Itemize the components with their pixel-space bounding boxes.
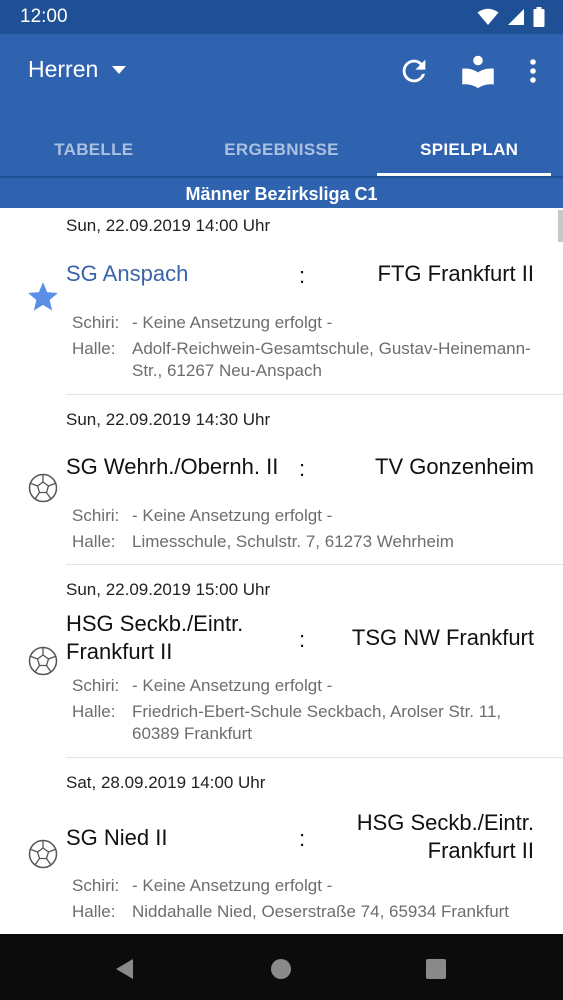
hall-label: Halle: (72, 532, 116, 551)
status-icons (477, 7, 545, 32)
home-team: SG Nied II (66, 825, 168, 850)
score-separator: : (299, 826, 306, 851)
home-team: SG Anspach (66, 261, 189, 286)
tab-bar: TABELLE ERGEBNISSE SPIELPLAN (0, 124, 563, 176)
home-button[interactable] (266, 954, 296, 984)
referee-row: Schiri: - Keine Ansetzung erfolgt - (72, 505, 543, 527)
score-separator: : (299, 627, 306, 652)
match-item[interactable]: Sun, 22.09.2019 14:30 Uhr SG Wehrh./Ober… (0, 395, 563, 565)
refresh-icon (402, 59, 426, 83)
hall-row: Halle: Limesschule, Schulstr. 7, 61273 W… (72, 531, 543, 553)
wifi-icon (477, 8, 499, 31)
referee-value: - Keine Ansetzung erfolgt - (132, 676, 333, 695)
tab-ergebnisse[interactable]: ERGEBNISSE (188, 124, 376, 176)
away-team: HSG Seckb./Eintr. Frankfurt II (356, 810, 534, 863)
match-date: Sun, 22.09.2019 15:00 Uhr (66, 580, 271, 599)
tab-spielplan[interactable]: SPIELPLAN (375, 124, 563, 176)
hall-label: Halle: (72, 339, 116, 358)
referee-row: Schiri: - Keine Ansetzung erfolgt - (72, 312, 543, 334)
referee-row: Schiri: - Keine Ansetzung erfolgt - (72, 875, 543, 897)
match-list[interactable]: Sun, 22.09.2019 14:00 Uhr SG Anspach : F… (0, 208, 563, 934)
reader-icon (462, 55, 494, 89)
recents-icon (426, 959, 446, 979)
hall-row: Halle: Friedrich-Ebert-Schule Seckbach, … (72, 701, 543, 745)
ball-icon (26, 644, 60, 678)
team-selector-label: Herren (28, 56, 99, 82)
tab-tabelle[interactable]: TABELLE (0, 124, 188, 176)
referee-value: - Keine Ansetzung erfolgt - (132, 876, 333, 895)
status-time: 12:00 (20, 6, 68, 27)
back-icon (116, 959, 133, 979)
favorite-star-icon[interactable] (26, 280, 60, 314)
more-vert-icon (530, 59, 536, 83)
referee-row: Schiri: - Keine Ansetzung erfolgt - (72, 675, 543, 697)
referee-value: - Keine Ansetzung erfolgt - (132, 313, 333, 332)
referee-label: Schiri: (72, 876, 120, 895)
match-date: Sat, 28.09.2019 14:00 Uhr (66, 773, 266, 792)
hall-label: Halle: (72, 702, 116, 721)
back-button[interactable] (110, 954, 140, 984)
match-item[interactable]: Sat, 28.09.2019 14:00 Uhr SG Nied II : H… (0, 758, 563, 934)
referee-label: Schiri: (72, 506, 120, 525)
ball-icon (26, 471, 60, 505)
match-item[interactable]: Sun, 22.09.2019 14:00 Uhr SG Anspach : F… (0, 208, 563, 395)
signal-icon (507, 8, 525, 31)
score-separator: : (299, 263, 306, 288)
system-nav-bar (0, 934, 563, 1000)
match-date: Sun, 22.09.2019 14:30 Uhr (66, 410, 271, 429)
referee-value: - Keine Ansetzung erfolgt - (132, 506, 333, 525)
scrollbar[interactable] (558, 210, 563, 242)
refresh-button[interactable] (395, 52, 433, 90)
match-item[interactable]: Sun, 22.09.2019 15:00 Uhr HSG Seckb./Ein… (0, 565, 563, 758)
status-bar: 12:00 (0, 0, 563, 34)
hall-row: Halle: Niddahalle Nied, Oeserstraße 74, … (72, 901, 543, 923)
hall-value: Niddahalle Nied, Oeserstraße 74, 65934 F… (132, 902, 510, 921)
app-actions (395, 52, 543, 90)
battery-icon (533, 7, 545, 32)
recents-button[interactable] (421, 954, 451, 984)
home-circle-icon (271, 959, 291, 979)
referee-label: Schiri: (72, 313, 120, 332)
hall-value: Friedrich-Ebert-Schule Seckbach, Arolser… (132, 702, 502, 743)
away-team: TV Gonzenheim (375, 454, 534, 479)
match-date: Sun, 22.09.2019 14:00 Uhr (66, 216, 271, 235)
hall-value: Adolf-Reichwein-Gesamtschule, Gustav-Hei… (132, 339, 531, 380)
league-header: Männer Bezirksliga C1 (0, 176, 563, 208)
hall-label: Halle: (72, 902, 116, 921)
app-bar: Herren TABELLE ERGEBNISSE SPIELPLAN (0, 34, 563, 176)
ball-icon (26, 837, 60, 871)
team-selector-dropdown[interactable]: Herren (28, 56, 127, 83)
dropdown-arrow-icon (112, 61, 127, 79)
hall-value: Limesschule, Schulstr. 7, 61273 Wehrheim (132, 532, 454, 551)
referee-label: Schiri: (72, 676, 120, 695)
score-separator: : (299, 456, 306, 481)
away-team: TSG NW Frankfurt (351, 625, 534, 650)
away-team: FTG Frankfurt II (377, 261, 534, 286)
rules-book-button[interactable] (459, 52, 497, 90)
overflow-menu-button[interactable] (523, 52, 543, 90)
hall-row: Halle: Adolf-Reichwein-Gesamtschule, Gus… (72, 338, 543, 382)
home-team: SG Wehrh./Obernh. II (66, 454, 279, 479)
home-team: HSG Seckb./Eintr. Frankfurt II (66, 611, 244, 664)
